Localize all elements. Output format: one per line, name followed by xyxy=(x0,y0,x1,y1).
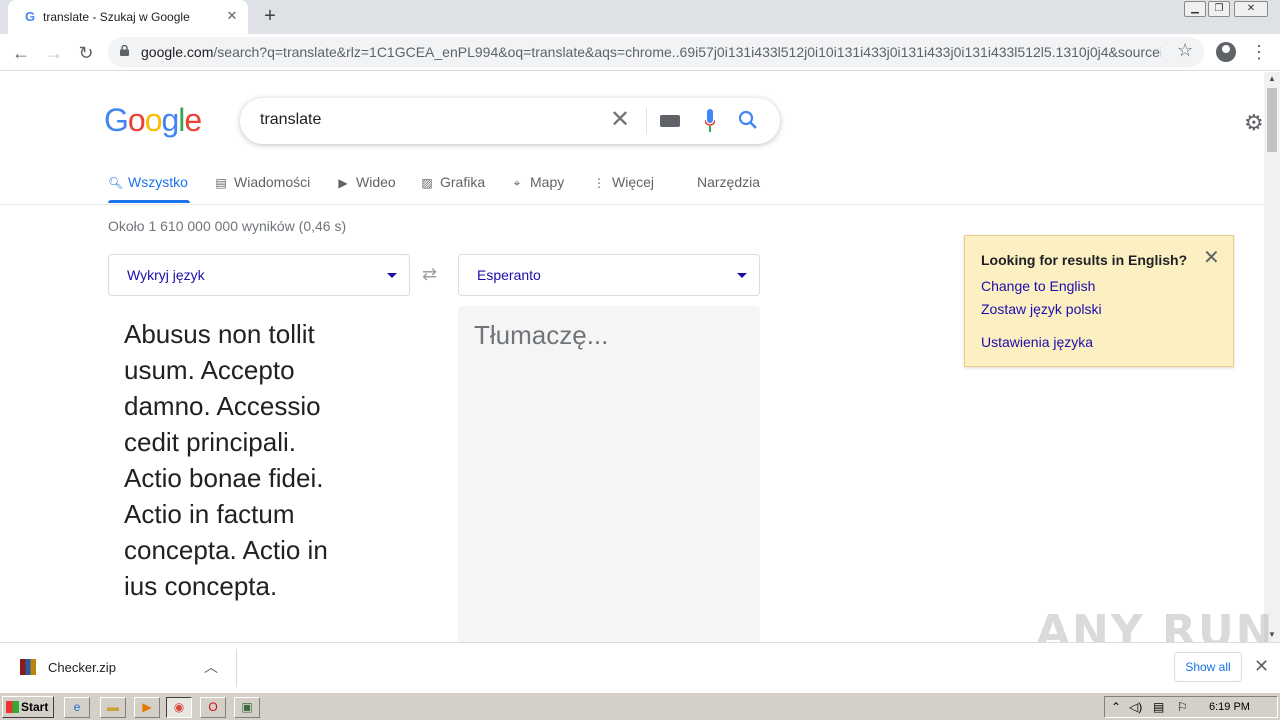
google-favicon-icon: G xyxy=(24,9,36,24)
browser-menu-icon[interactable]: ⋮ xyxy=(1250,42,1268,62)
popup-title: Looking for results in English? xyxy=(981,252,1188,268)
scrollbar-thumb[interactable] xyxy=(1267,88,1277,152)
tab-label: Grafika xyxy=(440,174,486,190)
url-text: google.com/search?q=translate&rlz=1C1GCE… xyxy=(141,44,1161,60)
translation-output: Tłumaczę... xyxy=(458,306,760,642)
search-input[interactable]: translate xyxy=(260,111,321,129)
language-settings-link[interactable]: Ustawienia języka xyxy=(981,334,1093,350)
volume-icon[interactable]: ◁) xyxy=(1129,700,1142,714)
dropdown-caret-icon xyxy=(737,273,747,278)
bookmark-star-icon[interactable]: ☆ xyxy=(1177,40,1193,61)
tab-label: Więcej xyxy=(612,174,655,190)
source-text[interactable]: Abusus non tollit usum. Accepto damno. A… xyxy=(124,316,354,604)
tools-tab[interactable]: Narzędzia xyxy=(697,174,760,190)
tabs-divider xyxy=(0,204,1264,205)
close-download-bar-icon[interactable]: ✕ xyxy=(1254,656,1269,677)
opera-icon[interactable]: O xyxy=(200,697,226,718)
tab-label: Wiadomości xyxy=(234,174,311,190)
search-icon: 🔍︎ xyxy=(108,176,124,190)
tab-wiadomości[interactable]: ▤ Wiadomości xyxy=(214,174,310,190)
more-vert-icon: ⋮ xyxy=(593,176,605,190)
translation-placeholder: Tłumaczę... xyxy=(474,320,609,350)
tab-strip: G translate - Szukaj w Google ✕ + ▁ ❐ ✕ xyxy=(0,0,1280,34)
tab-label: Wideo xyxy=(356,174,396,190)
tab-label: Mapy xyxy=(530,174,565,190)
keep-polish-link[interactable]: Zostaw język polski xyxy=(981,301,1102,317)
system-tray: ⌃ ◁) ▤ ⚐ 6:19 PM xyxy=(1104,696,1278,718)
logo-letter: g xyxy=(161,102,179,138)
page-scrollbar[interactable]: ▲ ▼ xyxy=(1264,72,1280,642)
minimize-window-button[interactable]: ▁ xyxy=(1184,1,1206,17)
media-player-icon[interactable]: ▶ xyxy=(134,697,160,718)
new-tab-button[interactable]: + xyxy=(258,5,282,29)
tab-label: Wszystko xyxy=(128,174,188,190)
zip-file-icon xyxy=(20,659,36,675)
search-box[interactable]: translate ✕ xyxy=(240,98,780,144)
internet-explorer-icon[interactable]: e xyxy=(64,697,90,718)
show-all-button[interactable]: Show all xyxy=(1174,652,1242,682)
browser-toolbar: ← → ↻ google.com/search?q=translate&rlz=… xyxy=(0,34,1280,71)
tab-wideo[interactable]: ▶ Wideo xyxy=(336,174,396,190)
google-logo[interactable]: Google xyxy=(104,102,202,139)
reload-icon[interactable]: ↻ xyxy=(73,40,99,66)
tab-title: translate - Szukaj w Google xyxy=(43,10,190,24)
settings-gear-icon[interactable]: ⚙ xyxy=(1244,110,1264,136)
browser-tab[interactable]: G translate - Szukaj w Google ✕ xyxy=(8,0,248,34)
restore-window-button[interactable]: ❐ xyxy=(1208,1,1230,17)
news-icon: ▤ xyxy=(215,176,227,190)
logo-letter: G xyxy=(104,102,129,138)
page-content: Google translate ✕ ⚙ 🔍︎ Wszystko ▤ Wiadomoś… xyxy=(0,72,1264,642)
search-icon[interactable] xyxy=(737,109,759,131)
clock[interactable]: 6:19 PM xyxy=(1209,701,1250,713)
download-filename[interactable]: Checker.zip xyxy=(48,660,116,675)
logo-letter: o xyxy=(127,102,146,138)
target-language-label: Esperanto xyxy=(477,267,541,283)
download-bar: Checker.zip ︿ Show all ✕ xyxy=(0,642,1280,692)
source-language-label: Wykryj język xyxy=(127,267,205,283)
scroll-up-arrow-icon[interactable]: ▲ xyxy=(1264,72,1280,86)
start-button[interactable]: Start xyxy=(2,696,54,718)
active-tab-indicator xyxy=(108,200,190,203)
keyboard-icon[interactable] xyxy=(660,115,680,127)
swap-languages-icon[interactable]: ⇄ xyxy=(422,264,437,285)
map-pin-icon: ⌖ xyxy=(513,176,521,190)
video-icon: ▶ xyxy=(338,176,348,190)
app-window-icon[interactable]: ▣ xyxy=(234,697,260,718)
change-to-english-link[interactable]: Change to English xyxy=(981,278,1095,294)
chrome-icon[interactable]: ◉ xyxy=(166,697,192,718)
network-icon[interactable]: ▤ xyxy=(1153,700,1164,714)
source-language-select[interactable]: Wykryj język xyxy=(108,254,410,296)
tray-expand-icon[interactable]: ⌃ xyxy=(1111,700,1121,714)
profile-avatar-icon[interactable] xyxy=(1216,42,1236,62)
result-stats: Około 1 610 000 000 wyników (0,46 s) xyxy=(108,218,347,234)
close-window-button[interactable]: ✕ xyxy=(1234,1,1268,17)
windows-taskbar: Start e ▬ ▶ ◉ O ▣ ⌃ ◁) ▤ ⚐ 6:19 PM xyxy=(0,692,1280,720)
windows-flag-icon xyxy=(6,701,19,713)
forward-arrow-icon[interactable]: → xyxy=(41,40,67,66)
search-divider xyxy=(646,108,647,134)
back-arrow-icon[interactable]: ← xyxy=(8,40,34,66)
close-popup-icon[interactable]: ✕ xyxy=(1203,248,1220,268)
logo-letter: o xyxy=(144,102,163,138)
download-divider xyxy=(236,649,237,687)
logo-letter: e xyxy=(184,102,202,138)
dropdown-caret-icon xyxy=(387,273,397,278)
action-center-flag-icon[interactable]: ⚐ xyxy=(1177,700,1188,714)
tab-wszystko[interactable]: 🔍︎ Wszystko xyxy=(108,174,188,190)
chevron-up-icon[interactable]: ︿ xyxy=(204,657,218,677)
target-language-select[interactable]: Esperanto xyxy=(458,254,760,296)
image-icon: ▨ xyxy=(421,176,433,190)
microphone-icon[interactable] xyxy=(705,109,715,133)
clear-search-icon[interactable]: ✕ xyxy=(610,107,630,133)
lock-icon xyxy=(120,45,129,56)
folder-icon[interactable]: ▬ xyxy=(100,697,126,718)
tab-grafika[interactable]: ▨ Grafika xyxy=(420,174,485,190)
address-bar[interactable]: google.com/search?q=translate&rlz=1C1GCE… xyxy=(108,37,1204,67)
tab-więcej[interactable]: ⋮ Więcej xyxy=(592,174,654,190)
tab-mapy[interactable]: ⌖ Mapy xyxy=(510,174,565,191)
language-suggestion-popup: Looking for results in English? ✕ Change… xyxy=(964,235,1234,367)
tab-close-icon[interactable]: ✕ xyxy=(224,8,240,24)
